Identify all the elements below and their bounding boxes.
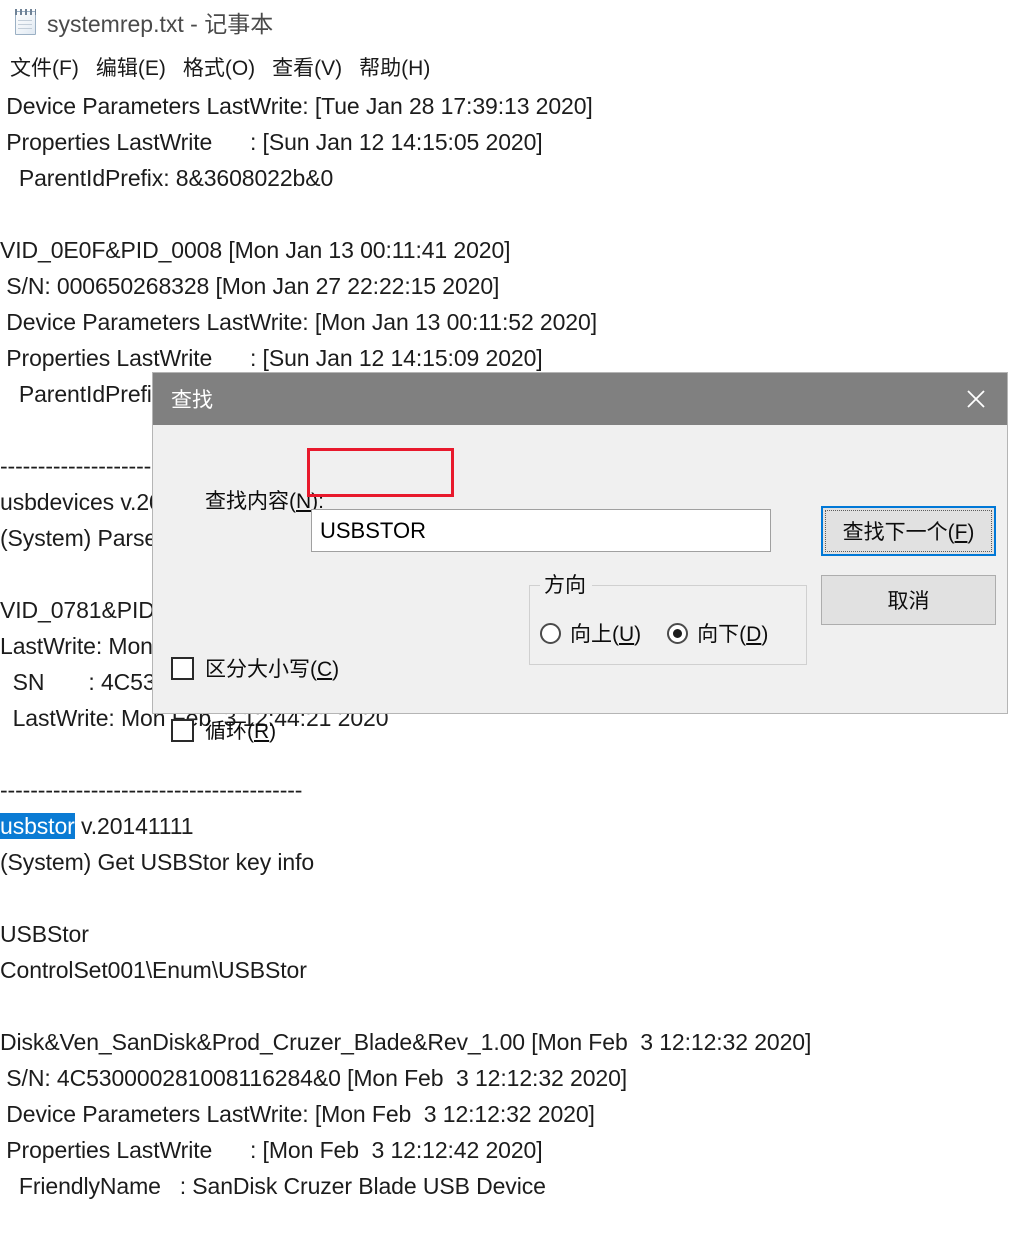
text-line: ControlSet001\Enum\USBStor xyxy=(0,957,307,983)
menubar: 文件(F) 编辑(E) 格式(O) 查看(V) 帮助(H) xyxy=(0,50,1018,84)
menu-item-format[interactable]: 格式(O) xyxy=(183,52,255,82)
checkbox-match-case[interactable]: 区分大小写(C) xyxy=(171,653,339,683)
selected-text: usbstor xyxy=(0,813,75,839)
text-line xyxy=(0,880,1018,916)
cancel-button[interactable]: 取消 xyxy=(821,575,996,625)
text-line: Properties LastWrite : [Mon Feb 3 12:12:… xyxy=(0,1137,543,1163)
checkbox-unchecked-icon xyxy=(171,656,194,680)
text-line xyxy=(0,736,1018,772)
text-line-rest: v.20141111 xyxy=(74,813,194,839)
direction-radio-row: 向上(U) 向下(D) xyxy=(540,618,794,648)
find-next-button-label: 查找下一个(F) xyxy=(842,521,975,544)
cancel-button-label: 取消 xyxy=(887,590,930,613)
direction-groupbox: 方向 向上(U) 向下(D) xyxy=(529,569,807,665)
checkbox-wrap-around-label: 循环(R) xyxy=(205,720,277,743)
text-line: ---------------------------------------- xyxy=(0,777,303,803)
find-dialog-body: 查找内容(N): 查找下一个(F) 取消 方向 向上(U) xyxy=(153,425,1007,743)
find-dialog-title: 查找 xyxy=(171,389,213,412)
text-line xyxy=(0,196,1018,232)
text-line: ParentIdPrefix: 8&3608022b&0 xyxy=(0,165,334,191)
radio-unchecked-icon xyxy=(540,622,561,644)
notepad-window: systemrep.txt - 记事本 文件(F) 编辑(E) 格式(O) 查看… xyxy=(0,0,1018,1233)
text-line: VID_0E0F&PID_0008 [Mon Jan 13 00:11:41 2… xyxy=(0,237,511,263)
find-what-input[interactable] xyxy=(311,509,771,552)
window-title: systemrep.txt - 记事本 xyxy=(47,11,274,37)
radio-direction-up-label: 向上(U) xyxy=(570,623,642,646)
text-line: USBStor xyxy=(0,921,89,947)
radio-direction-down-label: 向下(D) xyxy=(697,623,769,646)
text-line: Properties LastWrite : [Sun Jan 12 14:15… xyxy=(0,129,543,155)
text-line: S/N: 4C530000281008116284&0 [Mon Feb 3 1… xyxy=(0,1065,628,1091)
find-next-button[interactable]: 查找下一个(F) xyxy=(821,506,996,556)
notepad-icon xyxy=(12,8,38,36)
text-line: S/N: 000650268328 [Mon Jan 27 22:22:15 2… xyxy=(0,273,500,299)
menu-item-help[interactable]: 帮助(H) xyxy=(359,52,430,82)
close-icon[interactable] xyxy=(945,373,1007,425)
radio-checked-icon xyxy=(667,622,689,644)
window-titlebar: systemrep.txt - 记事本 xyxy=(0,0,1018,44)
menu-item-view[interactable]: 查看(V) xyxy=(272,52,342,82)
text-line: Device Parameters LastWrite: [Mon Jan 13… xyxy=(0,309,597,335)
menu-item-file[interactable]: 文件(F) xyxy=(10,52,79,82)
text-line: FriendlyName : SanDisk Cruzer Blade USB … xyxy=(0,1173,546,1199)
text-line: usbstor v.20141111 xyxy=(0,808,1018,844)
radio-direction-up[interactable]: 向上(U) xyxy=(540,618,641,648)
text-line xyxy=(0,988,1018,1024)
text-line: Properties LastWrite : [Sun Jan 12 14:15… xyxy=(0,345,543,371)
menu-item-edit[interactable]: 编辑(E) xyxy=(96,52,166,82)
find-dialog: 查找 查找内容(N): 查找下一个(F) 取消 方向 xyxy=(152,372,1008,743)
checkbox-wrap-around[interactable]: 循环(R) xyxy=(171,715,276,745)
checkbox-match-case-label: 区分大小写(C) xyxy=(205,658,340,681)
text-line: (System) Get USBStor key info xyxy=(0,849,315,875)
checkbox-unchecked-icon xyxy=(171,718,194,742)
find-dialog-titlebar: 查找 xyxy=(153,373,1007,425)
text-line: Device Parameters LastWrite: [Mon Feb 3 … xyxy=(0,1101,595,1127)
text-line: Disk&Ven_SanDisk&Prod_Cruzer_Blade&Rev_1… xyxy=(0,1029,812,1055)
find-what-label: 查找内容(N): xyxy=(205,490,324,513)
radio-direction-down[interactable]: 向下(D) xyxy=(667,618,768,648)
direction-groupbox-legend: 方向 xyxy=(540,569,592,599)
text-line: Device Parameters LastWrite: [Tue Jan 28… xyxy=(0,93,593,119)
